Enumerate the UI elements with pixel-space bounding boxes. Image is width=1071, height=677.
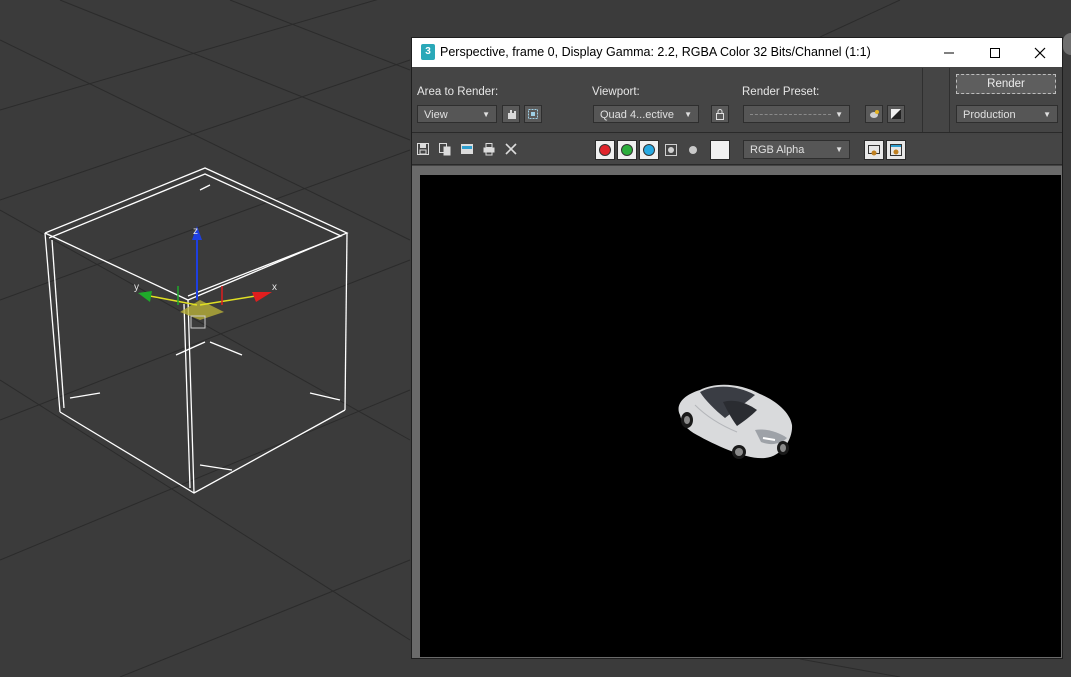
lock-icon — [716, 109, 724, 120]
save-image-button[interactable] — [415, 141, 431, 157]
lock-viewport-button[interactable] — [711, 105, 729, 123]
save-icon — [417, 143, 429, 155]
clone-frame-button[interactable] — [437, 141, 453, 157]
production-value: Production — [963, 109, 1016, 121]
render-setup-button[interactable] — [865, 105, 883, 123]
red-channel-icon — [599, 144, 611, 156]
green-channel-icon — [621, 144, 633, 156]
area-to-render-label: Area to Render: — [417, 86, 499, 98]
print-button[interactable] — [481, 141, 497, 157]
display-overlay-icon — [868, 145, 880, 156]
viewport-label: Viewport: — [592, 86, 640, 98]
rendered-image[interactable] — [420, 175, 1061, 657]
preset-empty-indicator — [750, 114, 831, 116]
clone-window-icon — [461, 144, 473, 154]
chevron-down-icon: ▼ — [482, 110, 490, 119]
teapot-settings-icon — [870, 110, 879, 118]
window-eye-icon — [890, 144, 902, 156]
red-channel-toggle[interactable] — [595, 140, 615, 160]
render-settings-panel: Area to Render: View ▼ Viewport: Quad 4..… — [412, 68, 1062, 133]
chevron-down-icon: ▼ — [835, 110, 843, 119]
alpha-channel-toggle[interactable] — [663, 142, 679, 158]
rendered-frame-window: 3 Perspective, frame 0, Display Gamma: 2… — [411, 37, 1063, 659]
clear-x-icon — [505, 143, 517, 155]
clone-window-button[interactable] — [459, 141, 475, 157]
clear-button[interactable] — [503, 141, 519, 157]
maximize-icon — [990, 47, 1000, 58]
environment-exposure-button[interactable] — [887, 105, 905, 123]
area-to-render-value: View — [424, 109, 448, 121]
viewport-dropdown[interactable]: Quad 4...ective ▼ — [593, 105, 699, 123]
render-button[interactable]: Render — [956, 74, 1056, 94]
clear-color-swatch[interactable] — [710, 140, 730, 160]
chevron-down-icon: ▼ — [1043, 110, 1051, 119]
rendered-car-image — [678, 384, 793, 459]
title-bar[interactable]: 3 Perspective, frame 0, Display Gamma: 2… — [412, 38, 1062, 67]
close-button[interactable] — [1017, 38, 1063, 67]
blue-channel-icon — [643, 144, 655, 156]
chevron-down-icon: ▼ — [684, 110, 692, 119]
render-preset-dropdown[interactable]: ▼ — [743, 105, 850, 123]
print-icon — [483, 143, 495, 156]
exposure-icon — [891, 109, 901, 119]
frame-buffer-toolbar: RGB Alpha ▼ — [412, 135, 1062, 165]
hand-icon — [508, 110, 516, 119]
panel-divider — [949, 68, 950, 132]
3dsmax-app-icon: 3 — [421, 44, 435, 60]
production-dropdown[interactable]: Production ▼ — [956, 105, 1058, 123]
z-axis-label: z — [193, 226, 198, 237]
toggle-ui-button[interactable] — [886, 140, 906, 160]
toggle-ui-overlay-button[interactable] — [864, 140, 884, 160]
panel-divider — [922, 68, 923, 132]
blue-channel-toggle[interactable] — [639, 140, 659, 160]
viewport-nav-cube-icon[interactable] — [1063, 33, 1071, 55]
monochrome-toggle[interactable] — [685, 142, 701, 158]
maximize-button[interactable] — [972, 38, 1018, 67]
minimize-button[interactable] — [926, 38, 972, 67]
render-preset-label: Render Preset: — [742, 86, 820, 98]
green-channel-toggle[interactable] — [617, 140, 637, 160]
window-title: Perspective, frame 0, Display Gamma: 2.2… — [440, 45, 871, 59]
auto-region-button[interactable] — [524, 105, 542, 123]
alpha-channel-icon — [665, 144, 677, 156]
edit-region-button[interactable] — [502, 105, 520, 123]
x-axis-label: x — [272, 282, 277, 293]
copy-icon — [439, 143, 451, 156]
display-channel-dropdown[interactable]: RGB Alpha ▼ — [743, 140, 850, 159]
chevron-down-icon: ▼ — [835, 145, 843, 154]
area-to-render-dropdown[interactable]: View ▼ — [417, 105, 497, 123]
render-canvas-frame — [412, 166, 1062, 658]
monochrome-icon — [689, 146, 697, 154]
close-icon — [1034, 47, 1046, 58]
y-axis-label: y — [134, 282, 139, 293]
region-select-icon — [528, 109, 538, 119]
display-channel-value: RGB Alpha — [750, 144, 805, 156]
minimize-icon — [944, 52, 954, 53]
viewport-value: Quad 4...ective — [600, 109, 674, 121]
